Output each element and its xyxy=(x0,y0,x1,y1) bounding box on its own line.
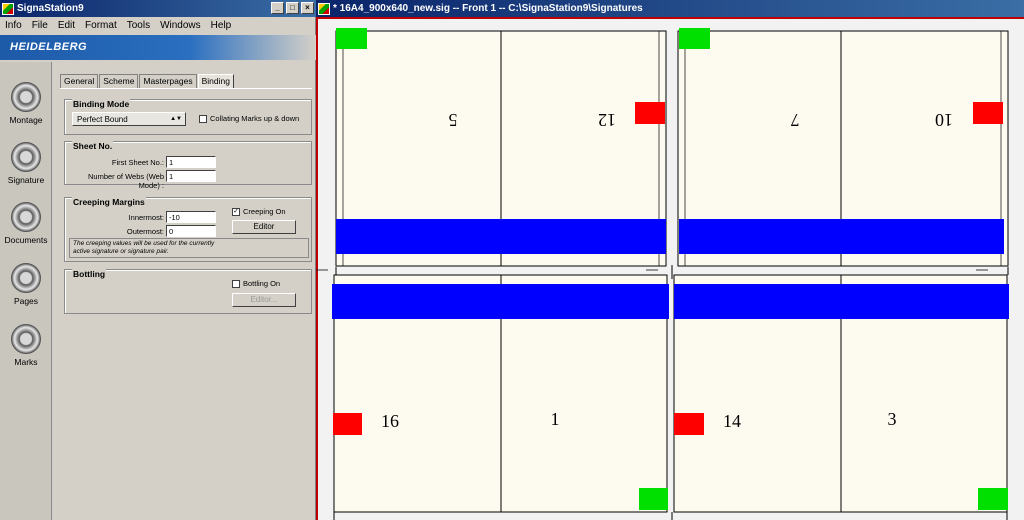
pages-icon xyxy=(11,263,41,293)
collating-checkbox-box[interactable] xyxy=(199,114,207,123)
creeping-note-line2: active signature or signature pair. xyxy=(73,248,169,255)
document-icon xyxy=(318,2,330,15)
first-sheet-field[interactable]: 1 xyxy=(166,156,216,168)
nav-montage-label: Montage xyxy=(9,115,43,125)
left-titlebar[interactable]: SignaStation9 _ □ × xyxy=(0,0,316,17)
red-collating-mark xyxy=(674,413,704,435)
bottling-group: Bottling Bottling On Editor... xyxy=(64,269,312,314)
close-button[interactable]: × xyxy=(301,2,314,14)
nav-documents[interactable]: Documents xyxy=(0,202,52,245)
maximize-button[interactable]: □ xyxy=(286,2,299,14)
left-window-title: SignaStation9 xyxy=(17,3,84,14)
creeping-on-label: Creeping On xyxy=(243,207,286,216)
creeping-on-checkbox[interactable]: ✓ Creeping On xyxy=(232,207,286,216)
menu-edit[interactable]: Edit xyxy=(53,20,80,31)
green-register-mark xyxy=(679,28,710,49)
green-register-mark xyxy=(639,488,668,510)
nav-marks[interactable]: Marks xyxy=(0,324,52,367)
heidelberg-logo: HEIDELBERG xyxy=(10,41,88,53)
nav-documents-label: Documents xyxy=(4,235,48,245)
blue-color-bar xyxy=(332,284,669,319)
montage-icon xyxy=(11,82,41,112)
red-collating-mark xyxy=(635,102,665,124)
right-window-title: * 16A4_900x640_new.sig -- Front 1 -- C:\… xyxy=(333,3,643,14)
creeping-note-line1: The creeping values will be used for the… xyxy=(73,240,215,247)
outermost-label: Outermost: xyxy=(126,227,164,236)
creeping-title: Creeping Margins xyxy=(72,197,146,207)
creeping-editor-button[interactable]: Editor xyxy=(232,220,296,234)
page-number: 14 xyxy=(723,411,741,431)
binding-mode-select[interactable]: Perfect Bound ▲▼ xyxy=(72,112,186,126)
green-register-mark xyxy=(978,488,1008,510)
signature-icon xyxy=(11,142,41,172)
nav-pages[interactable]: Pages xyxy=(0,263,52,306)
webs-field[interactable]: 1 xyxy=(166,170,216,182)
red-collating-mark xyxy=(973,102,1003,124)
green-register-mark xyxy=(336,28,367,49)
menu-help[interactable]: Help xyxy=(206,20,237,31)
menu-format[interactable]: Format xyxy=(80,20,122,31)
documents-icon xyxy=(11,202,41,232)
blue-color-bar xyxy=(336,219,666,254)
menu-windows[interactable]: Windows xyxy=(155,20,206,31)
bottling-editor-button[interactable]: Editor... xyxy=(232,293,296,307)
marks-icon xyxy=(11,324,41,354)
nav-marks-label: Marks xyxy=(14,357,38,367)
page-number: 16 xyxy=(381,411,399,431)
select-arrow-icon: ▲▼ xyxy=(170,116,182,122)
red-collating-mark xyxy=(333,413,362,435)
binding-mode-title: Binding Mode xyxy=(72,99,131,109)
innermost-field[interactable]: -10 xyxy=(166,211,216,223)
tab-general[interactable]: General xyxy=(60,74,99,88)
tab-masterpages[interactable]: Masterpages xyxy=(139,74,197,88)
right-titlebar[interactable]: * 16A4_900x640_new.sig -- Front 1 -- C:\… xyxy=(316,0,1024,17)
creeping-checkbox-box[interactable]: ✓ xyxy=(232,207,240,216)
menu-bar: Info File Edit Format Tools Windows Help xyxy=(0,17,316,34)
sheet-no-group: Sheet No. First Sheet No.: 1 Number of W… xyxy=(64,141,312,190)
page-number: 10 xyxy=(935,110,953,130)
app-icon xyxy=(2,2,14,15)
menu-file[interactable]: File xyxy=(27,20,53,31)
bottling-checkbox-box[interactable] xyxy=(232,279,240,288)
nav-pages-label: Pages xyxy=(13,296,39,306)
signastation-panel-window: SignaStation9 _ □ × Info File Edit Forma… xyxy=(0,0,316,520)
first-sheet-label: First Sheet No.: xyxy=(111,158,164,167)
imposition-sheet[interactable]: 5 12 7 10 16 1 14 3 xyxy=(316,17,1024,520)
page-number: 12 xyxy=(598,110,616,130)
side-navigation: Montage Signature Documents Pages Marks xyxy=(0,62,52,520)
bottling-on-checkbox[interactable]: Bottling On xyxy=(232,279,280,288)
tab-binding[interactable]: Binding xyxy=(197,74,234,88)
collating-marks-checkbox[interactable]: Collating Marks up & down xyxy=(199,114,299,123)
nav-montage[interactable]: Montage xyxy=(0,82,52,125)
bottling-title: Bottling xyxy=(72,269,107,279)
binding-tab-panel: Binding Mode Perfect Bound ▲▼ Collating … xyxy=(60,88,312,520)
nav-signature[interactable]: Signature xyxy=(0,142,52,185)
innermost-label: Innermost: xyxy=(128,213,164,222)
blue-color-bar xyxy=(679,219,1004,254)
menu-tools[interactable]: Tools xyxy=(122,20,155,31)
brand-bar: HEIDELBERG xyxy=(0,35,316,60)
page-number: 3 xyxy=(888,409,897,429)
page-number: 7 xyxy=(791,110,800,130)
creeping-margins-group: Creeping Margins Innermost: -10 Outermos… xyxy=(64,197,312,262)
tab-strip: General Scheme Masterpages Binding xyxy=(60,74,235,88)
collating-marks-label: Collating Marks up & down xyxy=(210,114,300,123)
nav-signature-label: Signature xyxy=(7,175,45,185)
tab-scheme[interactable]: Scheme xyxy=(99,74,139,88)
bottling-on-label: Bottling On xyxy=(243,279,281,288)
creeping-note: The creeping values will be used for the… xyxy=(69,238,309,258)
binding-mode-value: Perfect Bound xyxy=(77,115,128,124)
page-number: 1 xyxy=(551,409,560,429)
menu-info[interactable]: Info xyxy=(0,20,27,31)
outermost-field[interactable]: 0 xyxy=(166,225,216,237)
minimize-button[interactable]: _ xyxy=(271,2,284,14)
page-number: 5 xyxy=(449,110,458,130)
webs-label: Number of Webs (Web Mode) : xyxy=(88,172,164,190)
binding-mode-group: Binding Mode Perfect Bound ▲▼ Collating … xyxy=(64,99,312,135)
sheet-no-title: Sheet No. xyxy=(72,141,114,151)
settings-content: General Scheme Masterpages Binding Bindi… xyxy=(60,74,312,520)
blue-color-bar xyxy=(674,284,1009,319)
window-controls: _ □ × xyxy=(271,2,314,14)
